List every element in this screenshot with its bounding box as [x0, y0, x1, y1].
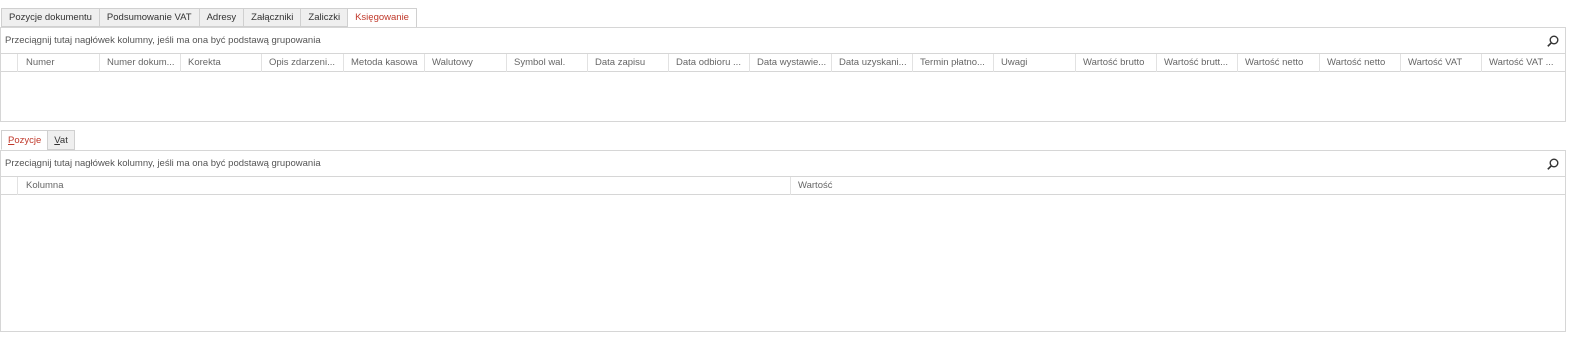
- column-header[interactable]: Wartość netto: [1320, 54, 1401, 72]
- column-header-row: Kolumna Wartość: [1, 177, 1565, 195]
- column-header[interactable]: Wartość brutto: [1076, 54, 1157, 72]
- tab-zalaczniki[interactable]: Załączniki: [243, 8, 301, 27]
- pozycje-grid: Przeciągnij tutaj nagłówek kolumny, jeśl…: [0, 150, 1566, 332]
- document-tabs: Pozycje dokumentu Podsumowanie VAT Adres…: [1, 8, 417, 28]
- column-header[interactable]: Opis zdarzeni...: [262, 54, 344, 72]
- column-header[interactable]: Data uzyskani...: [832, 54, 913, 72]
- group-hint: Przeciągnij tutaj nagłówek kolumny, jeśl…: [5, 158, 321, 169]
- column-header[interactable]: Uwagi: [994, 54, 1076, 72]
- tab-zaliczki[interactable]: Zaliczki: [300, 8, 348, 27]
- search-icon[interactable]: [1547, 35, 1559, 47]
- grid-body[interactable]: [1, 73, 1565, 121]
- column-header[interactable]: Numer dokum...: [100, 54, 181, 72]
- row-indicator-header: [1, 177, 18, 195]
- row-indicator-header: [1, 54, 18, 72]
- column-header[interactable]: Wartość VAT ...: [1482, 54, 1563, 72]
- tab-pozycje-label: ozycje: [14, 135, 42, 146]
- tab-vat-label: at: [59, 135, 68, 146]
- column-header[interactable]: Data wystawie...: [750, 54, 832, 72]
- column-header[interactable]: Walutowy: [425, 54, 507, 72]
- tab-pozycje-dokumentu[interactable]: Pozycje dokumentu: [1, 8, 99, 27]
- column-header[interactable]: Metoda kasowa: [344, 54, 425, 72]
- column-header[interactable]: Wartość VAT: [1401, 54, 1482, 72]
- column-header-row: Numer Numer dokum... Korekta Opis zdarzeni.…: [1, 54, 1565, 72]
- search-icon[interactable]: [1547, 158, 1559, 170]
- column-header[interactable]: Symbol wal.: [507, 54, 588, 72]
- group-by-panel[interactable]: Przeciągnij tutaj nagłówek kolumny, jeśl…: [1, 28, 1565, 54]
- column-header[interactable]: Data odbioru ...: [669, 54, 750, 72]
- column-header-kolumna[interactable]: Kolumna: [19, 177, 791, 195]
- column-header[interactable]: Wartość netto: [1238, 54, 1320, 72]
- column-header[interactable]: Numer: [19, 54, 100, 72]
- tab-adresy[interactable]: Adresy: [198, 8, 244, 27]
- detail-tabs: Pozycje Vat: [1, 130, 75, 150]
- tab-vat[interactable]: Vat: [47, 130, 75, 150]
- column-header-wartosc[interactable]: Wartość: [791, 177, 1565, 195]
- tab-pozycje[interactable]: Pozycje: [1, 130, 48, 150]
- column-header[interactable]: Wartość brutt...: [1157, 54, 1238, 72]
- ksiegowanie-grid: Przeciągnij tutaj nagłówek kolumny, jeśl…: [0, 27, 1566, 122]
- column-header[interactable]: Termin płatno...: [913, 54, 994, 72]
- group-hint: Przeciągnij tutaj nagłówek kolumny, jeśl…: [5, 35, 321, 46]
- tab-podsumowanie-vat[interactable]: Podsumowanie VAT: [98, 8, 199, 27]
- column-header[interactable]: Korekta: [181, 54, 262, 72]
- grid-body[interactable]: [1, 196, 1565, 331]
- group-by-panel[interactable]: Przeciągnij tutaj nagłówek kolumny, jeśl…: [1, 151, 1565, 177]
- column-header[interactable]: Data zapisu: [588, 54, 669, 72]
- tab-ksiegowanie[interactable]: Księgowanie: [347, 8, 417, 28]
